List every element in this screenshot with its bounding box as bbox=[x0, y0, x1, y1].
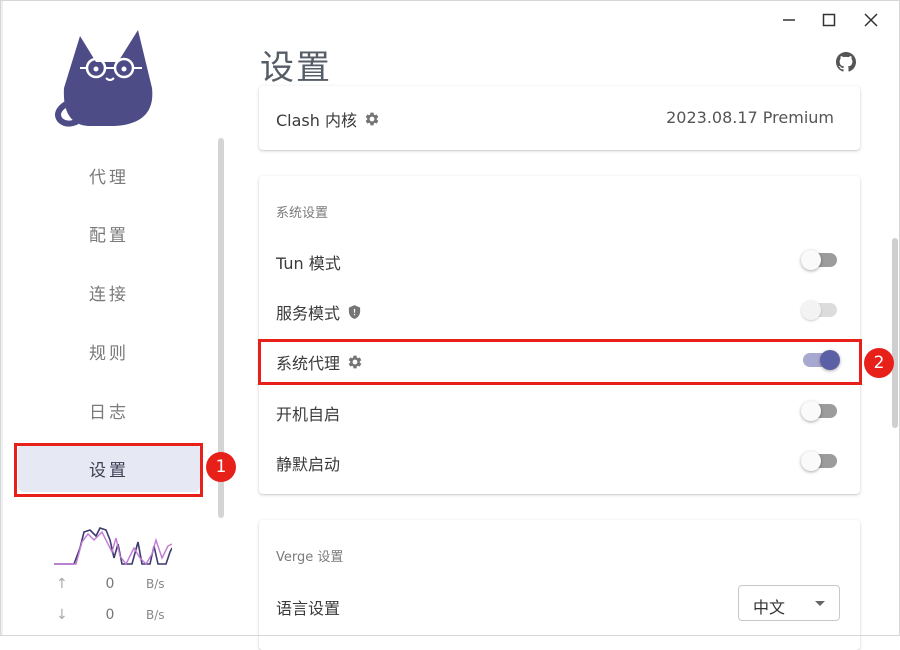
highlight-box-settings bbox=[14, 443, 203, 497]
system-settings-card: 系统设置 Tun 模式 服务模式 系统代理 开机自启 静默启动 bbox=[259, 176, 860, 494]
silent-start-label: 静默启动 bbox=[276, 451, 340, 475]
auto-launch-label: 开机自启 bbox=[276, 401, 340, 425]
maximize-icon bbox=[822, 13, 836, 27]
sidebar-item-profiles[interactable]: 配置 bbox=[18, 209, 200, 257]
clash-core-text: Clash 内核 bbox=[276, 111, 357, 130]
maximize-button[interactable] bbox=[815, 8, 843, 32]
upload-unit: B/s bbox=[146, 577, 165, 591]
service-mode-label: 服务模式 bbox=[276, 300, 362, 324]
sidebar-item-rules[interactable]: 规则 bbox=[18, 327, 200, 375]
cat-logo-icon bbox=[55, 30, 153, 127]
page-title: 设置 bbox=[260, 48, 332, 88]
upload-arrow-icon: ↑ bbox=[56, 576, 68, 592]
auto-launch-toggle[interactable] bbox=[801, 399, 839, 423]
minimize-button[interactable] bbox=[775, 8, 803, 32]
language-select[interactable]: 中文 bbox=[738, 585, 840, 621]
close-button[interactable] bbox=[857, 8, 885, 32]
verge-settings-header: Verge 设置 bbox=[276, 550, 344, 565]
github-icon[interactable] bbox=[836, 52, 856, 72]
service-mode-text: 服务模式 bbox=[276, 304, 341, 323]
step-badge-2: 2 bbox=[864, 348, 894, 378]
verge-settings-card: Verge 设置 语言设置 中文 bbox=[259, 520, 860, 650]
language-select-value: 中文 bbox=[753, 598, 786, 617]
tun-mode-toggle[interactable] bbox=[801, 248, 839, 272]
download-unit: B/s bbox=[146, 608, 165, 622]
minimize-icon bbox=[783, 19, 795, 21]
sidebar-item-label: 连接 bbox=[89, 284, 129, 305]
download-value: 0 bbox=[105, 607, 115, 623]
download-speed: ↓ 0 B/s bbox=[54, 607, 174, 627]
highlight-box-system-proxy bbox=[258, 339, 862, 385]
sidebar-item-label: 配置 bbox=[89, 225, 129, 246]
clash-core-version: 2023.08.17 Premium bbox=[666, 108, 834, 127]
sidebar-item-label: 规则 bbox=[89, 343, 129, 364]
tun-mode-label: Tun 模式 bbox=[276, 250, 341, 274]
download-arrow-icon: ↓ bbox=[56, 607, 68, 623]
sidebar-item-proxy[interactable]: 代理 bbox=[18, 151, 200, 199]
sidebar-item-label: 代理 bbox=[89, 167, 129, 188]
tun-mode-text: Tun 模式 bbox=[276, 254, 341, 273]
close-icon bbox=[864, 13, 878, 27]
chevron-down-icon bbox=[815, 601, 825, 606]
step-badge-1: 1 bbox=[206, 452, 236, 482]
sidebar-item-label: 日志 bbox=[89, 402, 129, 423]
main-scrollbar[interactable] bbox=[892, 238, 898, 428]
sidebar-item-connections[interactable]: 连接 bbox=[18, 268, 200, 316]
auto-launch-text: 开机自启 bbox=[276, 405, 341, 424]
clash-core-label: Clash 内核 bbox=[276, 107, 380, 131]
service-mode-toggle[interactable] bbox=[801, 298, 839, 322]
traffic-graph bbox=[54, 527, 172, 566]
gear-icon[interactable] bbox=[364, 111, 380, 127]
clash-core-card: Clash 内核 2023.08.17 Premium bbox=[259, 86, 860, 150]
language-setting-label: 语言设置 bbox=[276, 595, 340, 619]
language-setting-text: 语言设置 bbox=[276, 599, 341, 618]
silent-start-toggle[interactable] bbox=[801, 449, 839, 473]
sidebar-item-logs[interactable]: 日志 bbox=[18, 386, 200, 434]
upload-speed: ↑ 0 B/s bbox=[54, 576, 174, 596]
system-settings-header: 系统设置 bbox=[276, 206, 329, 221]
shield-icon[interactable] bbox=[347, 304, 362, 320]
upload-value: 0 bbox=[105, 576, 115, 592]
silent-start-text: 静默启动 bbox=[276, 455, 341, 474]
sidebar: 代理 配置 连接 规则 日志 设置 ↑ 0 B/s ↓ 0 B/s bbox=[0, 0, 240, 636]
